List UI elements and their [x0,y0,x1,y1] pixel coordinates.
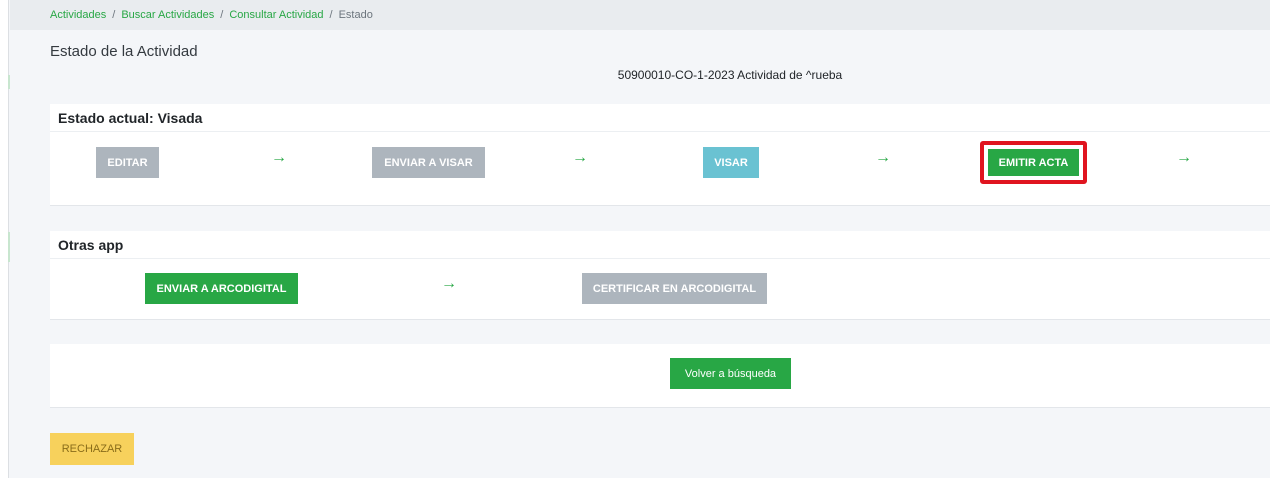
page-title: Estado de la Actividad [50,43,198,60]
arrow-right-icon: → [271,149,287,166]
enviar-a-visar-button[interactable]: ENVIAR A VISAR [372,147,485,178]
arrow-right-icon: → [441,275,457,292]
estado-card: Estado actual: Visada EDITAR → ENVIAR A … [50,104,1270,206]
breadcrumb-separator: / [220,9,224,21]
estado-header: Estado actual: Visada [50,104,1270,132]
breadcrumb-link-buscar-actividades[interactable]: Buscar Actividades [121,9,214,21]
breadcrumb-link-consultar-actividad[interactable]: Consultar Actividad [229,9,323,21]
emitir-acta-button[interactable]: EMITIR ACTA [988,149,1079,176]
sidebar-marker [8,232,10,262]
visar-button[interactable]: VISAR [703,147,759,178]
otras-app-workflow: ENVIAR A ARCODIGITAL → CERTIFICAR EN ARC… [50,259,1270,319]
otras-app-card: Otras app ENVIAR A ARCODIGITAL → CERTIFI… [50,231,1270,320]
volver-card: Volver a búsqueda [50,344,1270,408]
editar-button[interactable]: EDITAR [96,147,159,178]
breadcrumb: Actividades / Buscar Actividades / Consu… [10,0,1270,30]
estado-workflow: EDITAR → ENVIAR A VISAR → VISAR → EMITIR… [50,132,1270,205]
certificar-en-arcodigital-button[interactable]: CERTIFICAR EN ARCODIGITAL [582,273,767,304]
activity-name: 50900010-CO-1-2023 Actividad de ^rueba [617,68,843,82]
breadcrumb-separator: / [112,9,116,21]
arrow-right-icon: → [1176,149,1192,166]
otras-app-header: Otras app [50,231,1270,259]
enviar-a-arcodigital-button[interactable]: ENVIAR A ARCODIGITAL [145,273,298,304]
volver-a-busqueda-button[interactable]: Volver a búsqueda [670,358,791,389]
breadcrumb-current: Estado [338,9,373,21]
breadcrumb-link-actividades[interactable]: Actividades [50,9,106,21]
rechazar-button[interactable]: RECHAZAR [50,433,134,465]
breadcrumb-separator: / [329,9,333,21]
arrow-right-icon: → [572,149,588,166]
arrow-right-icon: → [875,149,891,166]
